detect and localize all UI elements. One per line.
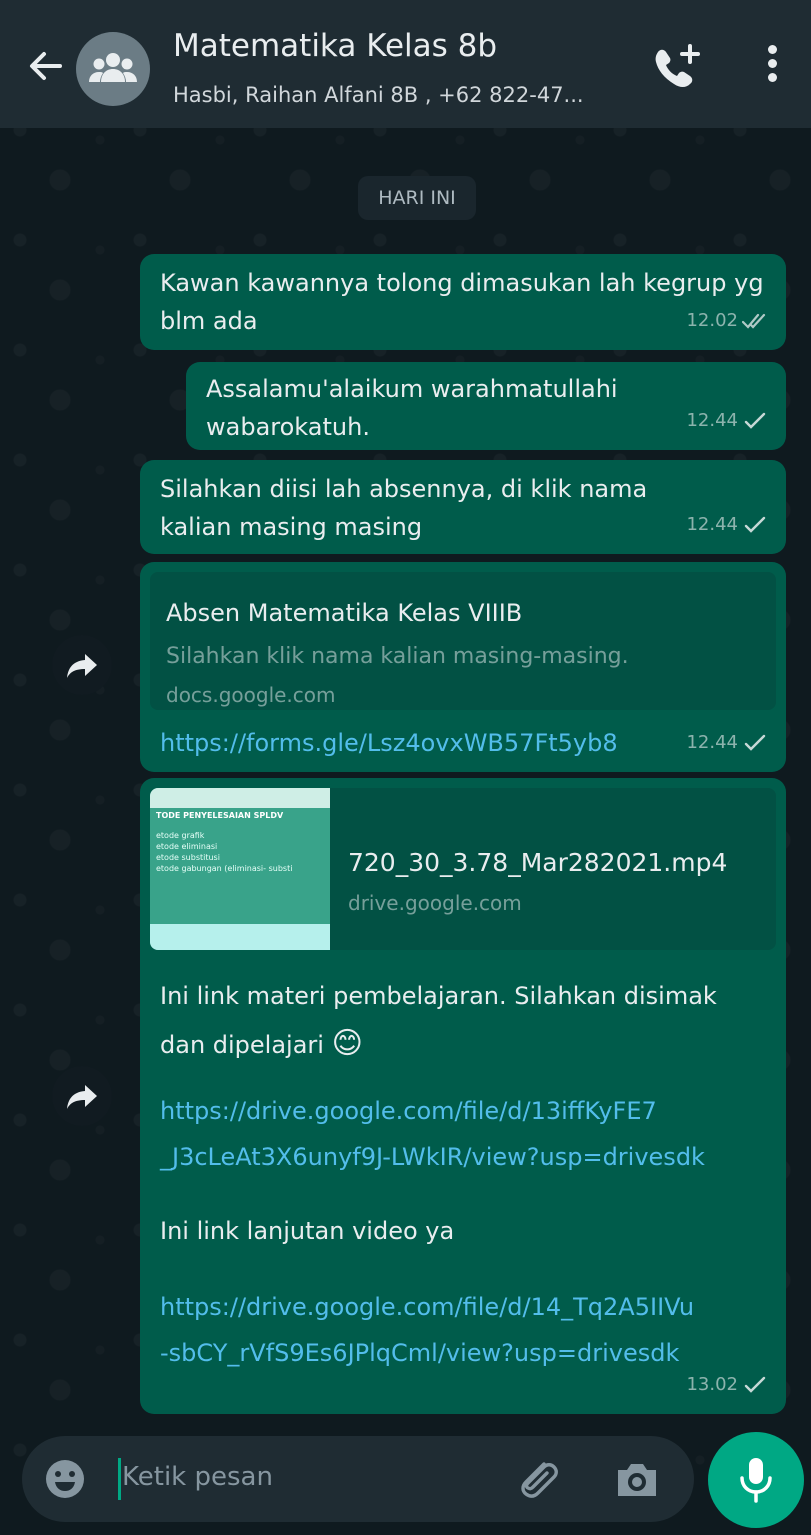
message-meta: 12.44 (686, 506, 768, 544)
message-meta: 12.44 (686, 724, 768, 762)
message-time: 12.44 (686, 732, 738, 753)
message-time: 13.02 (686, 1374, 738, 1395)
single-check-icon (744, 516, 766, 533)
message-meta: 13.02 (686, 1366, 768, 1404)
file-preview-card[interactable]: TODE PENYELESAIAN SPLDV etode grafik eto… (150, 788, 776, 950)
chat-header: Matematika Kelas 8b Hasbi, Raihan Alfani… (0, 0, 811, 128)
message-link[interactable]: https://forms.gle/Lsz4ovxWB57Ft5yb8 (160, 724, 618, 762)
message-bubble[interactable]: Silahkan diisi lah absennya, di klik nam… (140, 460, 786, 554)
thumbnail-line: etode gabungan (eliminasi- substi (156, 864, 293, 873)
message-text: Ini link materi pembelajaran. Silahkan d… (160, 972, 766, 1069)
message-bubble[interactable]: Absen Matematika Kelas VIIIB Silahkan kl… (140, 562, 786, 772)
group-avatar-icon[interactable] (76, 32, 150, 106)
file-domain: drive.google.com (348, 891, 522, 915)
thumbnail-top-band (150, 788, 330, 808)
thumbnail-line: etode substitusi (156, 853, 220, 862)
message-time: 12.44 (686, 514, 738, 535)
video-thumbnail[interactable]: TODE PENYELESAIAN SPLDV etode grafik eto… (150, 788, 330, 950)
message-input[interactable]: Ketik pesan (122, 1462, 273, 1492)
message-text: Silahkan diisi lah absennya, di klik nam… (160, 475, 648, 541)
message-text: Ini link lanjutan video ya (160, 1217, 455, 1245)
link-line[interactable]: https://drive.google.com/file/d/14_Tq2A5… (160, 1284, 694, 1330)
double-check-icon (742, 313, 766, 329)
single-check-icon (744, 412, 766, 429)
preview-domain: docs.google.com (166, 683, 336, 707)
message-text: Kawan kawannya tolong dimasukan lah kegr… (160, 269, 764, 335)
thumbnail-bottom-band (150, 924, 330, 950)
back-arrow-icon[interactable] (24, 44, 68, 88)
message-bubble[interactable]: Kawan kawannya tolong dimasukan lah kegr… (140, 254, 786, 350)
forward-icon[interactable] (52, 1066, 112, 1126)
message-body: Ini link materi pembelajaran. Silahkan d… (160, 982, 717, 1059)
thumbnail-line: etode grafik (156, 831, 205, 840)
date-divider: HARI INI (358, 176, 476, 220)
file-name: 720_30_3.78_Mar282021.mp4 (348, 848, 728, 877)
message-composer[interactable]: Ketik pesan (22, 1436, 694, 1522)
message-time: 12.44 (686, 410, 738, 431)
link-preview-card[interactable]: Absen Matematika Kelas VIIIB Silahkan kl… (150, 572, 776, 710)
link-line[interactable]: https://drive.google.com/file/d/13iffKyF… (160, 1088, 705, 1134)
text-cursor (118, 1458, 121, 1500)
link-line[interactable]: -sbCY_rVfS9Es6JPlqCml/view?usp=drivesdk (160, 1330, 694, 1376)
thumbnail-heading: TODE PENYELESAIAN SPLDV (156, 811, 284, 820)
message-meta: 12.02 (686, 302, 768, 340)
message-bubble[interactable]: TODE PENYELESAIAN SPLDV etode grafik eto… (140, 778, 786, 1414)
chat-participants[interactable]: Hasbi, Raihan Alfani 8B , +62 822-47... (173, 83, 584, 107)
message-link[interactable]: https://drive.google.com/file/d/13iffKyF… (160, 1088, 705, 1180)
message-meta: 12.44 (686, 402, 768, 440)
message-bubble[interactable]: Assalamu'alaikum warahmatullahi wabaroka… (186, 362, 786, 450)
chat-title[interactable]: Matematika Kelas 8b (173, 28, 497, 64)
camera-icon[interactable] (614, 1458, 660, 1500)
mic-icon[interactable] (708, 1432, 804, 1528)
add-call-icon[interactable] (650, 42, 704, 92)
thumbnail-line: etode eliminasi (156, 842, 218, 851)
message-link[interactable]: https://drive.google.com/file/d/14_Tq2A5… (160, 1284, 694, 1376)
forward-icon[interactable] (52, 635, 112, 695)
preview-description: Silahkan klik nama kalian masing-masing. (166, 644, 629, 669)
message-text: Assalamu'alaikum warahmatullahi wabaroka… (206, 375, 618, 441)
message-time: 12.02 (686, 310, 738, 331)
more-vert-icon[interactable] (756, 40, 788, 94)
smile-emoji: 😊 (331, 1026, 363, 1061)
single-check-icon (744, 1376, 766, 1393)
single-check-icon (744, 734, 766, 751)
preview-title: Absen Matematika Kelas VIIIB (166, 599, 523, 627)
link-line[interactable]: _J3cLeAt3X6unyf9J-LWkIR/view?usp=drivesd… (160, 1134, 705, 1180)
attach-icon[interactable] (514, 1456, 560, 1502)
emoji-icon[interactable] (44, 1458, 86, 1500)
